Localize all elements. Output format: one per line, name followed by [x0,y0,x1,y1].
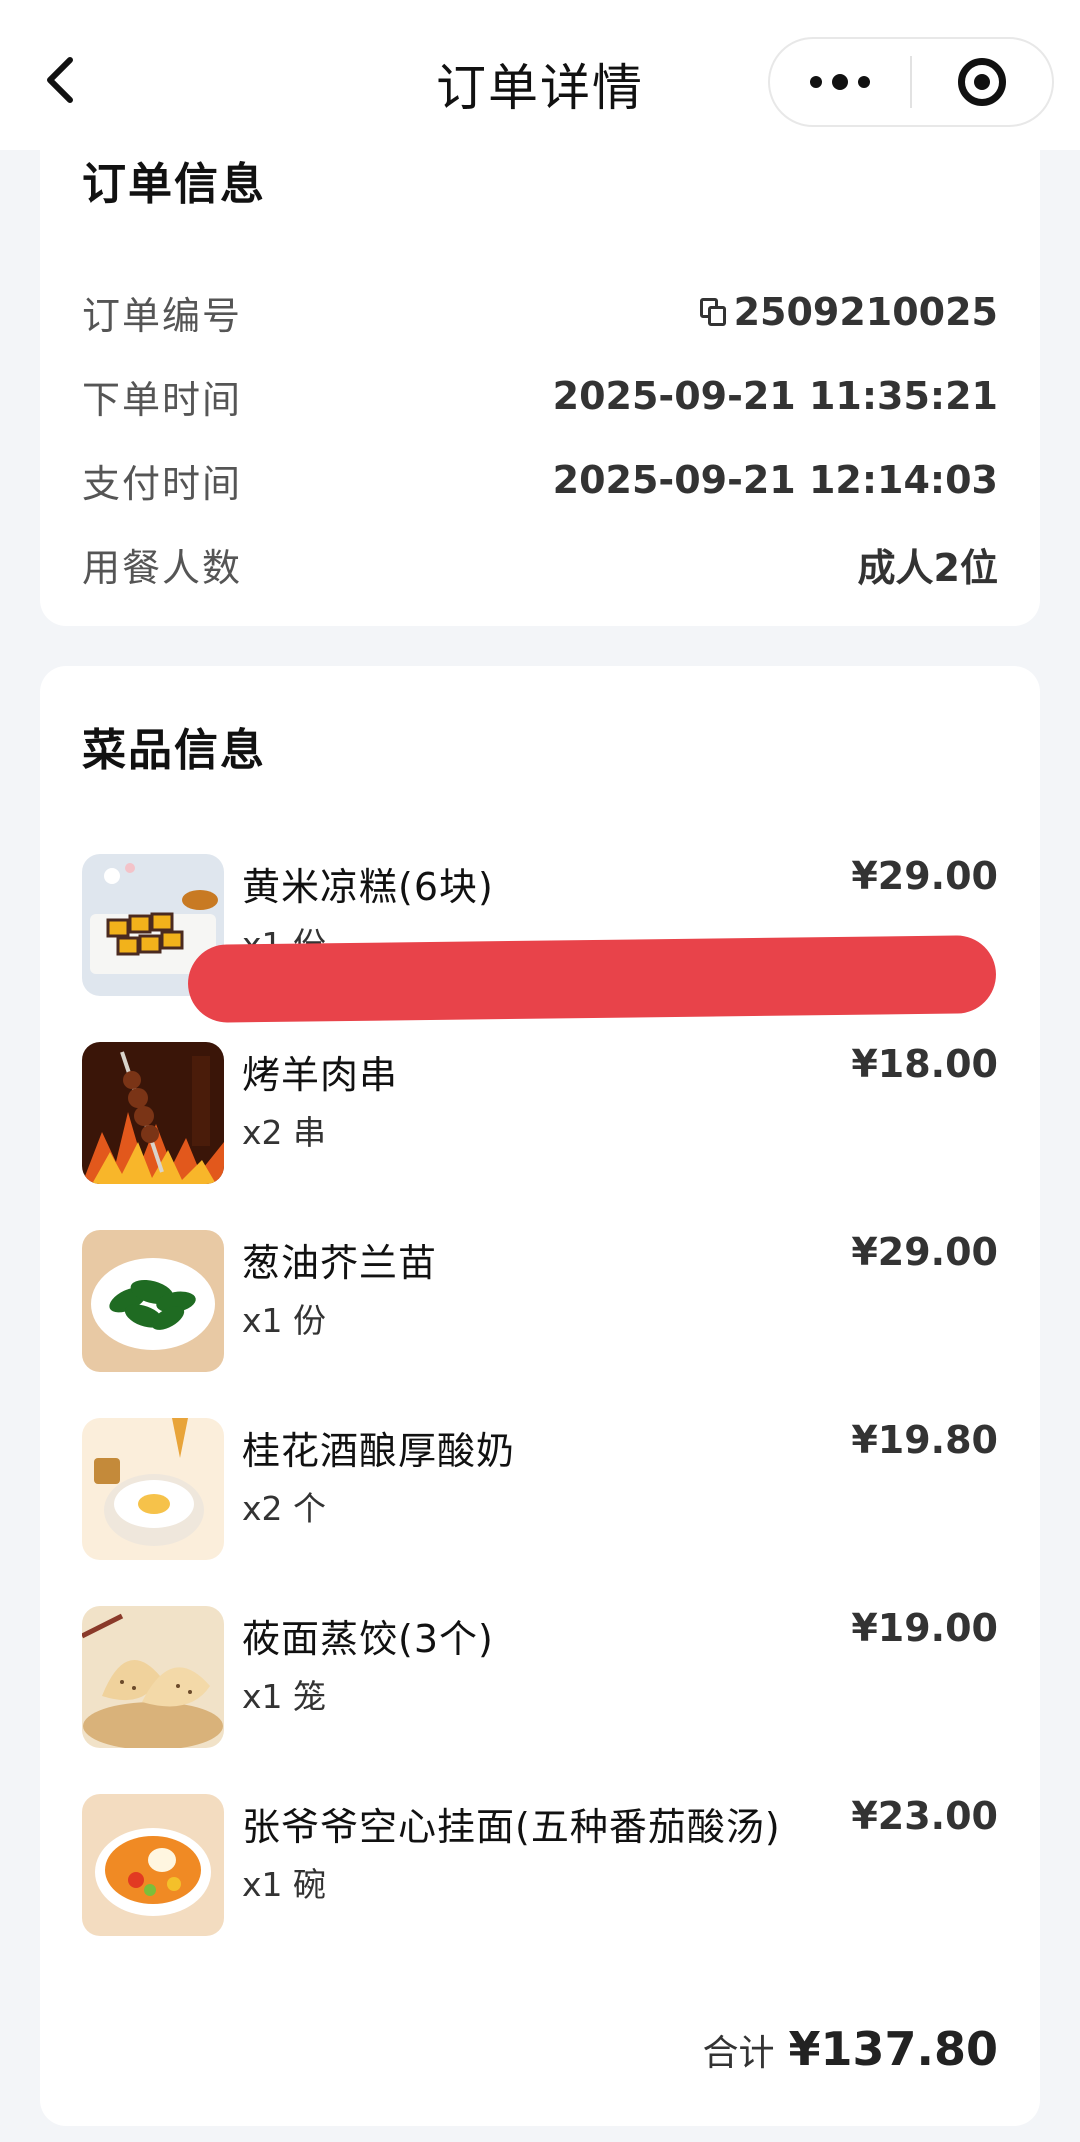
dish-item[interactable]: 桂花酒酿厚酸奶 x2 个 ¥19.80 [82,1418,998,1564]
dish-price: ¥18.00 [851,1042,998,1086]
target-circle-icon [957,58,1006,106]
dish-item[interactable]: 烤羊肉串 x2 串 ¥18.00 [82,1042,998,1188]
dish-item[interactable]: 张爷爷空心挂面(五种番茄酸汤) x1 碗 ¥23.00 [82,1794,998,1940]
order-total: 合计 ¥137.80 [702,2022,998,2076]
dish-item[interactable]: 葱油芥兰苗 x1 份 ¥29.00 [82,1230,998,1376]
osmanthus-yogurt-image [82,1418,224,1560]
order-number-value: 2509210025 [733,290,998,334]
dish-info-title: 菜品信息 [82,725,266,776]
more-button[interactable] [770,39,910,125]
dish-price: ¥29.00 [851,1230,998,1274]
dish-name: 黄米凉糕(6块) [242,865,494,909]
order-info-card: 订单信息 订单编号 2509210025 下单时间 2025-09-21 11:… [40,130,1040,626]
dish-info-card: 菜品信息 黄米凉糕(6块) x1 份 ¥29.00 [40,666,1040,2126]
dish-quantity: x2 串 [242,1113,327,1152]
total-value: ¥137.80 [788,2022,998,2076]
diners-label: 用餐人数 [82,545,243,590]
redaction-scribble [187,935,997,1023]
order-number-label: 订单编号 [82,293,243,338]
payment-time-label: 支付时间 [82,461,243,506]
dish-price: ¥19.80 [851,1418,998,1462]
top-nav-bar: 订单详情 [0,0,1080,150]
miniprogram-capsule [768,37,1054,127]
order-time-label: 下单时间 [82,377,243,422]
order-time-value: 2025-09-21 11:35:21 [552,374,998,418]
dish-quantity: x1 笼 [242,1677,327,1716]
dish-name: 莜面蒸饺(3个) [242,1617,494,1661]
payment-time-value: 2025-09-21 12:14:03 [552,458,998,502]
order-info-title: 订单信息 [82,159,266,210]
order-time-row: 下单时间 2025-09-21 11:35:21 [82,366,998,426]
dish-name: 葱油芥兰苗 [242,1241,438,1285]
dish-quantity: x2 个 [242,1489,327,1528]
dish-item[interactable]: 莜面蒸饺(3个) x1 笼 ¥19.00 [82,1606,998,1752]
payment-time-row: 支付时间 2025-09-21 12:14:03 [82,450,998,510]
more-dots-icon [810,74,870,90]
kale-sprouts-image [82,1230,224,1372]
dish-name: 张爷爷空心挂面(五种番茄酸汤) [242,1805,781,1849]
dish-quantity: x1 份 [242,1301,327,1340]
lamb-skewer-image [82,1042,224,1184]
dish-quantity: x1 碗 [242,1865,327,1904]
copy-icon[interactable] [699,298,726,326]
diners-value: 成人2位 [857,545,998,590]
diners-row: 用餐人数 成人2位 [82,534,998,594]
order-number-value-wrap: 2509210025 [699,290,998,334]
dish-price: ¥29.00 [851,854,998,898]
dish-name: 烤羊肉串 [242,1053,399,1097]
dish-name: 桂花酒酿厚酸奶 [242,1429,516,1473]
dish-price: ¥23.00 [851,1794,998,1838]
order-number-row: 订单编号 2509210025 [82,282,998,342]
close-miniprogram-button[interactable] [912,39,1052,125]
tomato-noodle-image [82,1794,224,1936]
total-label: 合计 [702,2033,775,2074]
oat-dumpling-image [82,1606,224,1748]
dish-price: ¥19.00 [851,1606,998,1650]
